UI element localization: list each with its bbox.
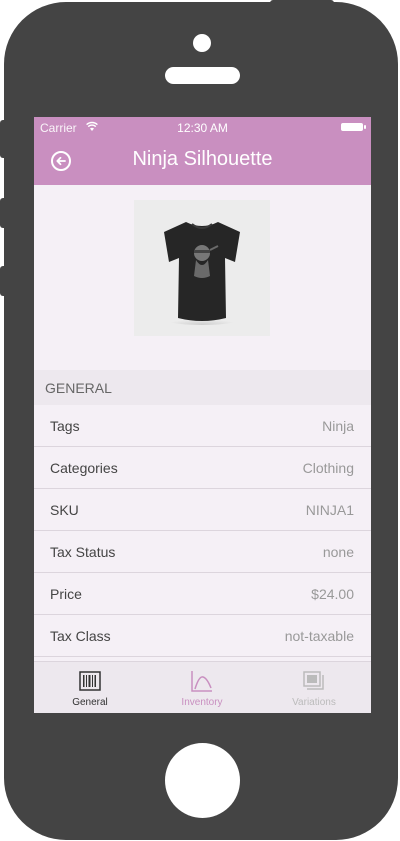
home-button[interactable] — [165, 743, 240, 818]
row-label: Categories — [50, 460, 118, 476]
tab-variations[interactable]: Variations — [258, 662, 370, 713]
row-price[interactable]: Price $24.00 — [34, 573, 371, 615]
product-image-area — [34, 185, 371, 370]
row-categories[interactable]: Categories Clothing — [34, 447, 371, 489]
row-value: $24.00 — [311, 586, 354, 602]
app-screen: Carrier 12:30 AM Ninja Silhouette GENERA… — [34, 117, 371, 713]
details-list: Tags Ninja Categories Clothing SKU NINJA… — [34, 405, 371, 657]
row-value: not-taxable — [284, 628, 354, 644]
tshirt-icon — [164, 222, 240, 325]
earpiece-speaker — [165, 67, 240, 84]
volume-down-button — [0, 266, 8, 296]
row-label: Price — [50, 586, 82, 602]
tab-inventory[interactable]: Inventory — [146, 662, 258, 713]
row-label: SKU — [50, 502, 79, 518]
chart-line-icon — [191, 671, 212, 692]
front-camera — [193, 34, 211, 52]
section-header-general: GENERAL — [34, 370, 371, 405]
status-time: 12:30 AM — [177, 121, 228, 135]
product-image[interactable] — [134, 200, 270, 336]
tab-bar: General Inventory Variations — [34, 661, 371, 713]
tab-label: Inventory — [181, 697, 223, 708]
row-value: NINJA1 — [305, 502, 354, 518]
battery-icon — [341, 123, 366, 131]
row-value: Ninja — [322, 418, 354, 434]
tab-general[interactable]: General — [34, 662, 146, 713]
row-tax-class[interactable]: Tax Class not-taxable — [34, 615, 371, 657]
row-label: Tax Status — [50, 544, 116, 560]
tab-label: Variations — [292, 697, 336, 708]
volume-up-button — [0, 198, 8, 228]
barcode-icon — [79, 671, 101, 691]
row-value: Clothing — [302, 460, 354, 476]
page-title: Ninja Silhouette — [132, 148, 273, 170]
row-value: none — [322, 544, 354, 560]
stack-icon — [303, 671, 324, 690]
tab-label: General — [72, 697, 108, 708]
power-button — [270, 0, 334, 8]
row-tax-status[interactable]: Tax Status none — [34, 531, 371, 573]
row-label: Tags — [50, 418, 80, 434]
row-label: Tax Class — [50, 628, 111, 644]
row-tags[interactable]: Tags Ninja — [34, 405, 371, 447]
row-sku[interactable]: SKU NINJA1 — [34, 489, 371, 531]
section-title: GENERAL — [45, 380, 112, 396]
mute-switch — [0, 120, 8, 158]
status-bar: Carrier 12:30 AM — [34, 117, 371, 137]
navigation-header: Carrier 12:30 AM Ninja Silhouette — [34, 117, 371, 185]
